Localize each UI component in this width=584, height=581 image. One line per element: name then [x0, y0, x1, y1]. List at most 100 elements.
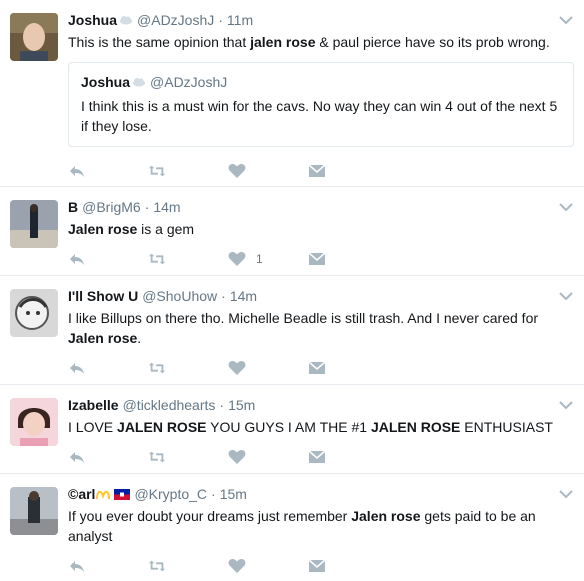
text-segment: I like Billups on there tho. Michelle Be… [68, 310, 539, 326]
reply-button[interactable] [68, 360, 148, 376]
heart-icon [228, 164, 246, 178]
heart-icon [228, 361, 246, 375]
tweet-header: I'll Show U @ShoUhow · 14m [68, 286, 572, 306]
highlighted-term: jalen rose [250, 34, 316, 50]
retweet-button[interactable] [148, 251, 228, 267]
quote-username: @ADzJoshJ [150, 74, 228, 90]
reply-button[interactable] [68, 251, 148, 267]
reply-icon [70, 254, 84, 265]
highlighted-term: JALEN ROSE [117, 419, 207, 435]
reply-button[interactable] [68, 558, 148, 574]
heart-icon [228, 559, 246, 573]
avatar[interactable] [10, 13, 58, 61]
chevron-down-icon[interactable] [558, 201, 574, 213]
display-name[interactable]: B [68, 199, 78, 215]
tweet-header: ©arl @Krypto_C · 15m [68, 484, 572, 504]
reply-icon [70, 363, 84, 374]
timestamp[interactable]: 15m [220, 486, 247, 502]
like-button[interactable]: 1 [228, 251, 308, 267]
tweet[interactable]: I'll Show U @ShoUhow · 14m I like Billup… [0, 276, 584, 385]
display-name[interactable]: Joshua [68, 12, 117, 28]
retweet-icon [148, 165, 166, 177]
timestamp[interactable]: 11m [227, 12, 253, 28]
avatar[interactable] [10, 398, 58, 446]
tweet-text: I like Billups on there tho. Michelle Be… [68, 308, 572, 348]
tweet-text: If you ever doubt your dreams just remem… [68, 506, 572, 546]
retweet-button[interactable] [148, 558, 228, 574]
tweet[interactable]: Joshua @ADzJoshJ · 11m This is the same … [0, 0, 584, 187]
display-name[interactable]: ©arl [68, 486, 95, 502]
text-segment: . [137, 330, 142, 346]
heart-icon [228, 450, 246, 464]
reply-icon [70, 166, 84, 177]
tweet-actions [68, 546, 572, 581]
text-segment: I LOVE [68, 419, 118, 435]
direct-message-button[interactable] [308, 360, 388, 376]
quote-text: I think this is a must win for the cavs.… [81, 98, 558, 134]
quote-header: Joshua @ADzJoshJ [81, 72, 561, 92]
envelope-icon [308, 450, 326, 463]
tweet[interactable]: B @BrigM6 · 14m Jalen rose is a gem 1 [0, 187, 584, 276]
envelope-icon [308, 559, 326, 572]
retweet-icon [148, 560, 166, 572]
text-segment: ENTHUSIAST [460, 419, 553, 435]
reply-icon [70, 561, 84, 572]
direct-message-button[interactable] [308, 558, 388, 574]
tweet-text: This is the same opinion that jalen rose… [68, 32, 572, 52]
envelope-icon [308, 252, 326, 265]
chevron-down-icon[interactable] [558, 290, 574, 302]
envelope-icon [308, 361, 326, 374]
separator: · [211, 486, 216, 502]
text-segment: If you ever doubt your dreams just remem… [68, 508, 352, 524]
direct-message-button[interactable] [308, 163, 388, 179]
retweet-icon [148, 451, 166, 463]
direct-message-button[interactable] [308, 449, 388, 465]
separator: · [219, 397, 225, 413]
timestamp[interactable]: 14m [230, 288, 257, 304]
avatar[interactable] [10, 487, 58, 535]
username[interactable]: @Krypto_C [134, 486, 207, 502]
tweet-actions: 1 [68, 239, 572, 279]
cloud-emoji-icon [133, 78, 146, 87]
username[interactable]: @ADzJoshJ [137, 12, 214, 28]
like-button[interactable] [228, 163, 308, 179]
tweet-text: Jalen rose is a gem [68, 219, 572, 239]
heart-icon [228, 252, 246, 266]
like-button[interactable] [228, 360, 308, 376]
avatar[interactable] [10, 289, 58, 337]
display-name[interactable]: I'll Show U [68, 288, 138, 304]
retweet-button[interactable] [148, 163, 228, 179]
cloud-emoji-icon [120, 16, 133, 25]
timestamp[interactable]: 15m [228, 397, 255, 413]
tweet-header: Joshua @ADzJoshJ · 11m [68, 10, 572, 30]
text-segment: & paul pierce have so its prob wrong. [315, 34, 550, 50]
retweet-icon [148, 362, 166, 374]
chevron-down-icon[interactable] [558, 14, 574, 26]
tweet[interactable]: ©arl @Krypto_C · 15m If you ever doubt y… [0, 474, 584, 581]
chevron-down-icon[interactable] [558, 399, 574, 411]
text-segment: is a gem [137, 221, 195, 237]
direct-message-button[interactable] [308, 251, 388, 267]
retweet-icon [148, 253, 166, 265]
username[interactable]: @ShoUhow [142, 288, 217, 304]
retweet-button[interactable] [148, 360, 228, 376]
chevron-down-icon[interactable] [558, 488, 574, 500]
username[interactable]: @BrigM6 [82, 199, 141, 215]
highlighted-term: Jalen rose [68, 221, 138, 237]
username[interactable]: @tickledhearts [123, 397, 216, 413]
reply-button[interactable] [68, 163, 148, 179]
haiti-flag-icon [114, 488, 131, 500]
like-button[interactable] [228, 449, 308, 465]
reply-button[interactable] [68, 449, 148, 465]
tweet-actions [68, 348, 572, 388]
timestamp[interactable]: 14m [153, 199, 180, 215]
quote-display-name: Joshua [81, 74, 131, 90]
text-segment: This is the same opinion that [68, 34, 251, 50]
like-count: 1 [256, 252, 263, 266]
quoted-tweet[interactable]: Joshua @ADzJoshJ I think this is a must … [68, 62, 574, 147]
tweet[interactable]: Izabelle @tickledhearts · 15m I LOVE JAL… [0, 385, 584, 474]
avatar[interactable] [10, 200, 58, 248]
display-name[interactable]: Izabelle [68, 397, 119, 413]
retweet-button[interactable] [148, 449, 228, 465]
like-button[interactable] [228, 558, 308, 574]
